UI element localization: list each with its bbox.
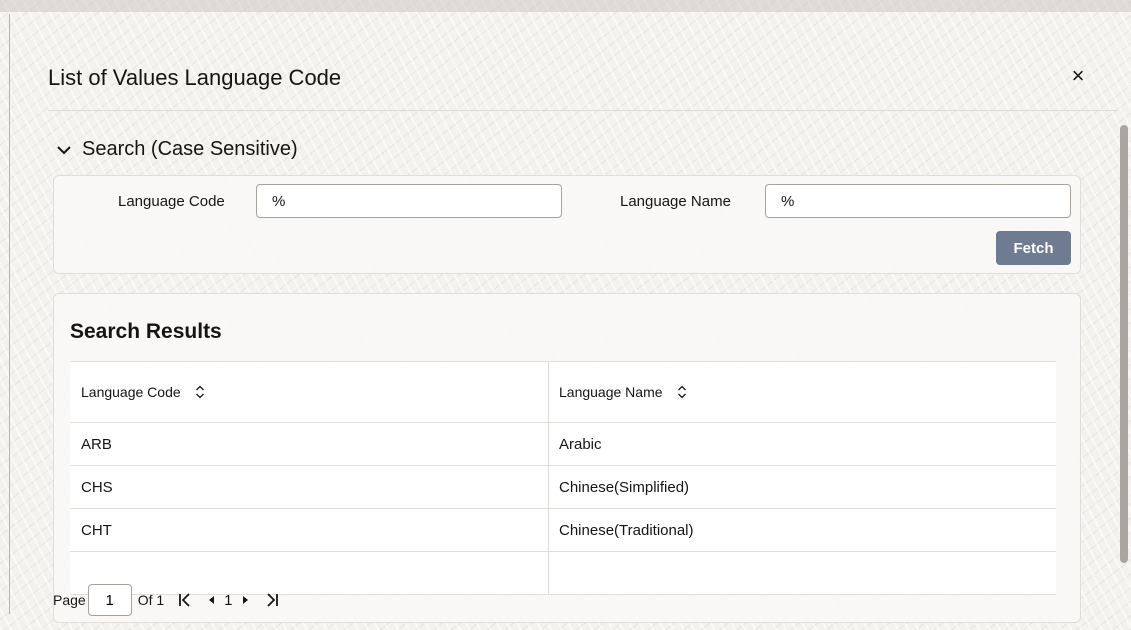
next-page-icon[interactable]	[241, 593, 251, 607]
table-row[interactable]: CHT Chinese(Traditional)	[70, 509, 1056, 552]
page-scrollbar-thumb[interactable]	[1120, 125, 1128, 563]
column-header-language-code[interactable]: Language Code	[70, 362, 548, 422]
language-name-cell: Arabic	[548, 423, 1056, 465]
language-name-label: Language Name	[620, 193, 731, 210]
sort-icon[interactable]	[677, 385, 687, 399]
fetch-button[interactable]: Fetch	[996, 231, 1071, 265]
top-strip	[0, 0, 1131, 12]
window-edge	[9, 14, 10, 614]
first-page-icon[interactable]	[178, 592, 192, 608]
pagination: Page Of 1 1	[53, 584, 279, 616]
page-number-input[interactable]	[87, 584, 132, 616]
table-header-row: Language Code Language Name	[70, 362, 1056, 423]
results-title: Search Results	[70, 320, 222, 343]
page-number[interactable]: 1	[224, 592, 232, 609]
language-code-cell: ARB	[81, 435, 112, 453]
previous-page-icon[interactable]	[206, 593, 216, 607]
language-code-label: Language Code	[118, 193, 225, 210]
language-code-cell: CHS	[81, 478, 113, 496]
language-name-cell: Chinese(Traditional)	[548, 509, 1056, 551]
title-divider	[48, 110, 1118, 111]
sort-icon[interactable]	[195, 385, 205, 399]
close-icon[interactable]: ×	[1066, 64, 1090, 88]
empty-cell	[548, 552, 1056, 594]
search-section-title: Search (Case Sensitive)	[82, 138, 298, 160]
last-page-icon[interactable]	[265, 592, 279, 608]
language-name-input[interactable]	[765, 184, 1071, 218]
results-table: Language Code Language Name ARB Arabic C…	[70, 361, 1056, 595]
search-section-toggle[interactable]: Search (Case Sensitive)	[56, 138, 298, 161]
language-code-cell: CHT	[81, 521, 112, 539]
column-header-label: Language Code	[81, 384, 181, 400]
language-code-input[interactable]	[256, 184, 562, 218]
page-label: Page	[53, 592, 86, 608]
page-count-label: Of 1	[137, 592, 165, 608]
chevron-down-icon	[57, 145, 71, 154]
dialog-title: List of Values Language Code	[48, 65, 342, 90]
results-panel: Search Results Language Code Language Na…	[53, 293, 1081, 623]
column-header-language-name[interactable]: Language Name	[548, 362, 1056, 422]
table-row[interactable]: ARB Arabic	[70, 423, 1056, 466]
table-row[interactable]: CHS Chinese(Simplified)	[70, 466, 1056, 509]
language-name-cell: Chinese(Simplified)	[548, 466, 1056, 508]
column-header-label: Language Name	[559, 384, 663, 400]
